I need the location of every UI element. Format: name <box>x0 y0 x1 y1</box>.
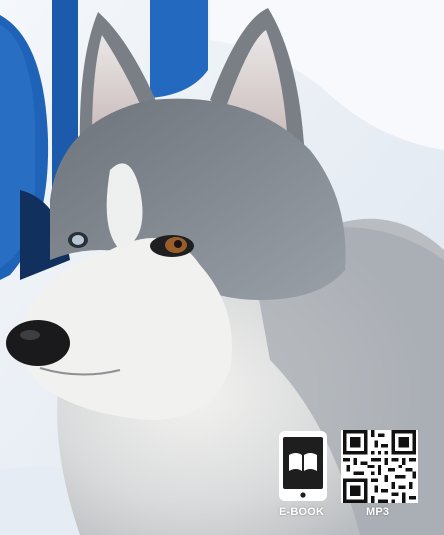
media-badges: E-BOOK MP3 <box>278 427 428 523</box>
qr-code-icon[interactable] <box>341 430 418 503</box>
tablet-book-icon[interactable] <box>278 430 330 502</box>
nose <box>6 320 70 366</box>
ebook-label: E-BOOK <box>279 506 325 518</box>
mp3-label: MP3 <box>366 506 390 518</box>
